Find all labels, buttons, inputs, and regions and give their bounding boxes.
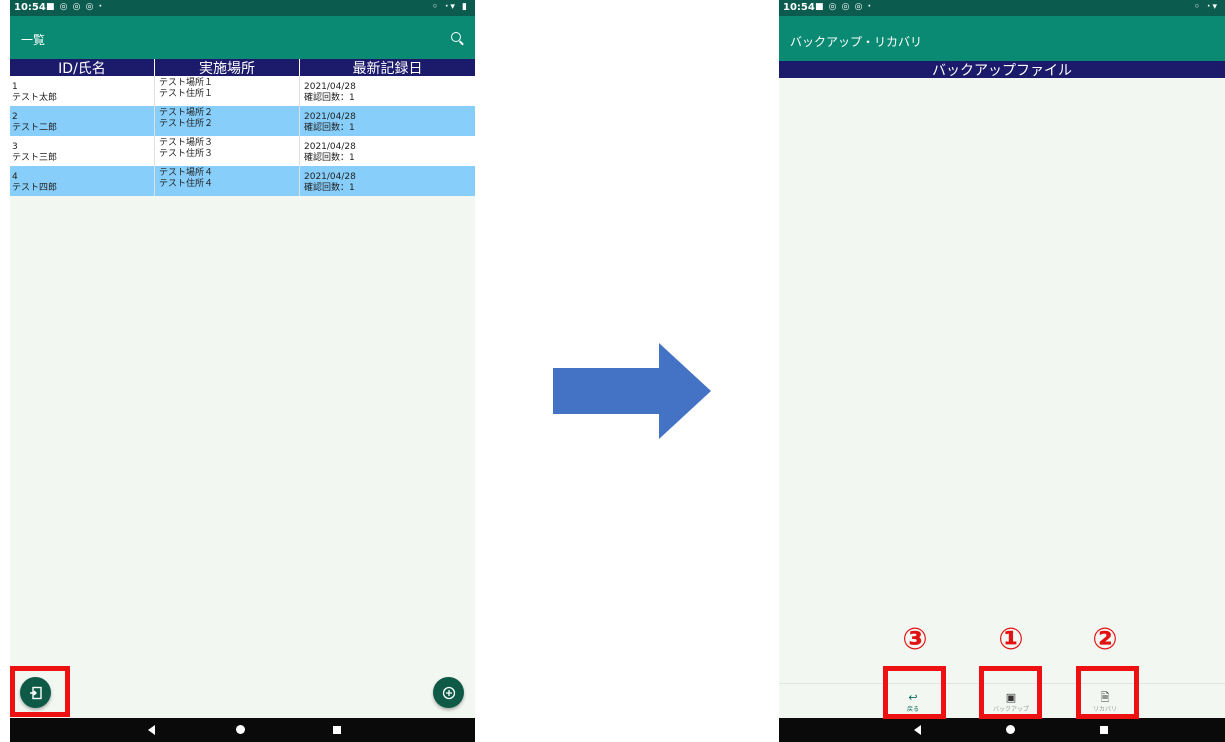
id-name-cell: 4 テスト四郎 <box>10 166 155 196</box>
system-status-icons: ◦ ·▾ ▮ <box>432 2 469 12</box>
row-id: 4 <box>12 172 18 182</box>
annotation-highlight-export <box>10 666 70 717</box>
notification-icons: ■ ◎ ◎ ◎ · <box>46 2 104 12</box>
place-cell: テスト場所４ テスト住所４ <box>155 166 300 196</box>
row-address: テスト住所４ <box>159 179 214 189</box>
recent-apps-icon[interactable] <box>1100 726 1108 734</box>
row-address: テスト住所２ <box>159 119 214 129</box>
table-row[interactable]: 1 テスト太郎 テスト場所１ テスト住所１ 2021/04/28 確認回数：1 <box>10 76 475 106</box>
row-name: テスト太郎 <box>12 93 58 103</box>
backup-file-list-header: バックアップファイル <box>779 61 1225 79</box>
place-cell: テスト場所２ テスト住所２ <box>155 106 300 136</box>
notification-icons: ■ ◎ ◎ ◎ · <box>815 2 873 12</box>
system-status-icons: ◦ ·▾ <box>1194 2 1219 12</box>
row-place: テスト場所２ <box>159 108 214 118</box>
back-nav-icon[interactable] <box>148 725 155 735</box>
column-header-date[interactable]: 最新記録日 <box>300 59 475 77</box>
date-cell: 2021/04/28 確認回数：1 <box>300 106 475 136</box>
annotation-highlight-recovery <box>1076 666 1139 719</box>
row-count: 確認回数：1 <box>304 93 355 103</box>
recent-apps-icon[interactable] <box>333 726 341 734</box>
status-bar: 10:54 ■ ◎ ◎ ◎ · ◦ ·▾ ▮ <box>10 0 475 16</box>
column-header-place[interactable]: 実施場所 <box>155 59 300 77</box>
row-date: 2021/04/28 <box>304 82 356 92</box>
id-name-cell: 3 テスト三郎 <box>10 136 155 166</box>
backup-screen: 10:54 ■ ◎ ◎ ◎ · ◦ ·▾ バックアップ・リカバリ バックアップフ… <box>779 0 1225 742</box>
annotation-highlight-back <box>883 666 946 719</box>
date-cell: 2021/04/28 確認回数：1 <box>300 136 475 166</box>
app-bar: 一覧 <box>10 16 475 59</box>
annotation-highlight-backup <box>979 666 1042 719</box>
row-id: 1 <box>12 82 18 92</box>
table-row[interactable]: 2 テスト二郎 テスト場所２ テスト住所２ 2021/04/28 確認回数：1 <box>10 106 475 136</box>
column-header-id-name[interactable]: ID/氏名 <box>10 59 155 77</box>
list-screen: 10:54 ■ ◎ ◎ ◎ · ◦ ·▾ ▮ 一覧 ID/氏名 実施場所 最新記… <box>10 0 475 742</box>
table-row[interactable]: 4 テスト四郎 テスト場所４ テスト住所４ 2021/04/28 確認回数：1 <box>10 166 475 196</box>
row-place: テスト場所１ <box>159 78 214 88</box>
system-nav-bar <box>10 718 475 742</box>
annotation-number-backup: ① <box>998 622 1024 657</box>
place-cell: テスト場所１ テスト住所１ <box>155 76 300 106</box>
system-nav-bar <box>779 718 1225 742</box>
row-date: 2021/04/28 <box>304 112 356 122</box>
app-bar: バックアップ・リカバリ <box>779 16 1225 61</box>
page-title: バックアップ・リカバリ <box>790 35 923 49</box>
row-address: テスト住所１ <box>159 89 214 99</box>
search-icon[interactable] <box>451 32 461 42</box>
row-id: 2 <box>12 112 18 122</box>
add-record-button[interactable] <box>433 677 464 708</box>
add-circle-icon <box>442 686 455 699</box>
id-name-cell: 2 テスト二郎 <box>10 106 155 136</box>
status-bar: 10:54 ■ ◎ ◎ ◎ · ◦ ·▾ <box>779 0 1225 16</box>
table-header: ID/氏名 実施場所 最新記録日 <box>10 59 475 77</box>
row-name: テスト三郎 <box>12 153 58 163</box>
status-time: 10:54 <box>14 2 46 13</box>
row-address: テスト住所３ <box>159 149 214 159</box>
row-count: 確認回数：1 <box>304 153 355 163</box>
home-nav-icon[interactable] <box>1006 725 1015 734</box>
date-cell: 2021/04/28 確認回数：1 <box>300 76 475 106</box>
place-cell: テスト場所３ テスト住所３ <box>155 136 300 166</box>
annotation-number-back: ③ <box>902 622 928 657</box>
row-date: 2021/04/28 <box>304 142 356 152</box>
table-row[interactable]: 3 テスト三郎 テスト場所３ テスト住所３ 2021/04/28 確認回数：1 <box>10 136 475 166</box>
id-name-cell: 1 テスト太郎 <box>10 76 155 106</box>
row-place: テスト場所４ <box>159 168 214 178</box>
status-time: 10:54 <box>783 2 815 13</box>
row-name: テスト四郎 <box>12 183 58 193</box>
annotation-number-recovery: ② <box>1092 622 1118 657</box>
row-place: テスト場所３ <box>159 138 214 148</box>
back-nav-icon[interactable] <box>914 725 921 735</box>
row-date: 2021/04/28 <box>304 172 356 182</box>
home-nav-icon[interactable] <box>236 725 245 734</box>
transition-arrow-icon <box>553 343 711 439</box>
row-count: 確認回数：1 <box>304 183 355 193</box>
row-count: 確認回数：1 <box>304 123 355 133</box>
date-cell: 2021/04/28 確認回数：1 <box>300 166 475 196</box>
record-list: 1 テスト太郎 テスト場所１ テスト住所１ 2021/04/28 確認回数：1 2 テス… <box>10 76 475 196</box>
row-name: テスト二郎 <box>12 123 58 133</box>
page-title: 一覧 <box>21 33 46 47</box>
row-id: 3 <box>12 142 18 152</box>
